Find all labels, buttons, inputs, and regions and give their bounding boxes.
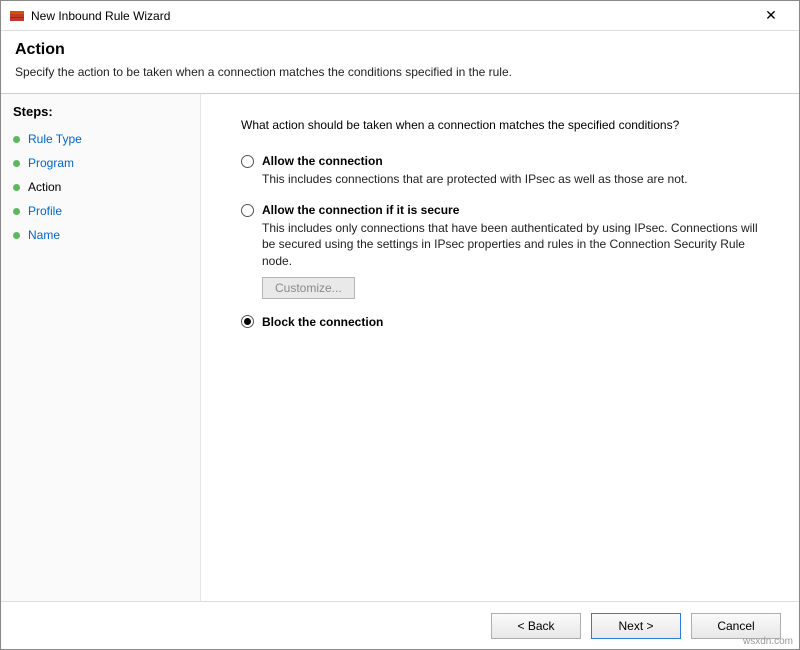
titlebar: New Inbound Rule Wizard ✕ — [1, 1, 799, 31]
step-label: Program — [28, 156, 74, 170]
firewall-icon — [9, 8, 25, 24]
option-label: Allow the connection — [262, 154, 383, 168]
footer: < Back Next > Cancel — [1, 601, 799, 649]
step-rule-type[interactable]: Rule Type — [13, 127, 188, 151]
option-row[interactable]: Allow the connection if it is secure — [241, 203, 771, 217]
content-panel: What action should be taken when a conne… — [201, 94, 799, 601]
step-program[interactable]: Program — [13, 151, 188, 175]
content-prompt: What action should be taken when a conne… — [241, 118, 771, 132]
option-row[interactable]: Block the connection — [241, 315, 771, 329]
option-allow-secure: Allow the connection if it is secure Thi… — [241, 203, 771, 299]
option-allow: Allow the connection This includes conne… — [241, 154, 771, 187]
option-row[interactable]: Allow the connection — [241, 154, 771, 168]
header: Action Specify the action to be taken wh… — [1, 31, 799, 93]
step-label: Profile — [28, 204, 62, 218]
page-title: Action — [15, 41, 785, 59]
steps-sidebar: Steps: Rule Type Program Action Profile … — [1, 94, 201, 601]
step-label: Rule Type — [28, 132, 82, 146]
option-description: This includes connections that are prote… — [262, 171, 771, 187]
radio-block[interactable] — [241, 315, 254, 328]
bullet-icon — [13, 160, 20, 167]
step-action: Action — [13, 175, 188, 199]
close-icon[interactable]: ✕ — [751, 7, 791, 24]
bullet-icon — [13, 136, 20, 143]
step-profile[interactable]: Profile — [13, 199, 188, 223]
bullet-icon — [13, 184, 20, 191]
next-button[interactable]: Next > — [591, 613, 681, 639]
option-label: Allow the connection if it is secure — [262, 203, 459, 217]
option-label: Block the connection — [262, 315, 383, 329]
bullet-icon — [13, 208, 20, 215]
wizard-window: New Inbound Rule Wizard ✕ Action Specify… — [0, 0, 800, 650]
body: Steps: Rule Type Program Action Profile … — [1, 93, 799, 601]
radio-allow[interactable] — [241, 155, 254, 168]
window-title: New Inbound Rule Wizard — [31, 9, 751, 23]
option-description: This includes only connections that have… — [262, 220, 771, 269]
customize-button: Customize... — [262, 277, 355, 299]
back-button[interactable]: < Back — [491, 613, 581, 639]
bullet-icon — [13, 232, 20, 239]
radio-allow-secure[interactable] — [241, 204, 254, 217]
page-description: Specify the action to be taken when a co… — [15, 65, 785, 79]
steps-heading: Steps: — [13, 104, 188, 119]
cancel-button[interactable]: Cancel — [691, 613, 781, 639]
watermark: wsxdn.com — [743, 636, 793, 647]
step-label: Action — [28, 180, 61, 194]
step-name[interactable]: Name — [13, 223, 188, 247]
step-label: Name — [28, 228, 60, 242]
option-block: Block the connection — [241, 315, 771, 329]
